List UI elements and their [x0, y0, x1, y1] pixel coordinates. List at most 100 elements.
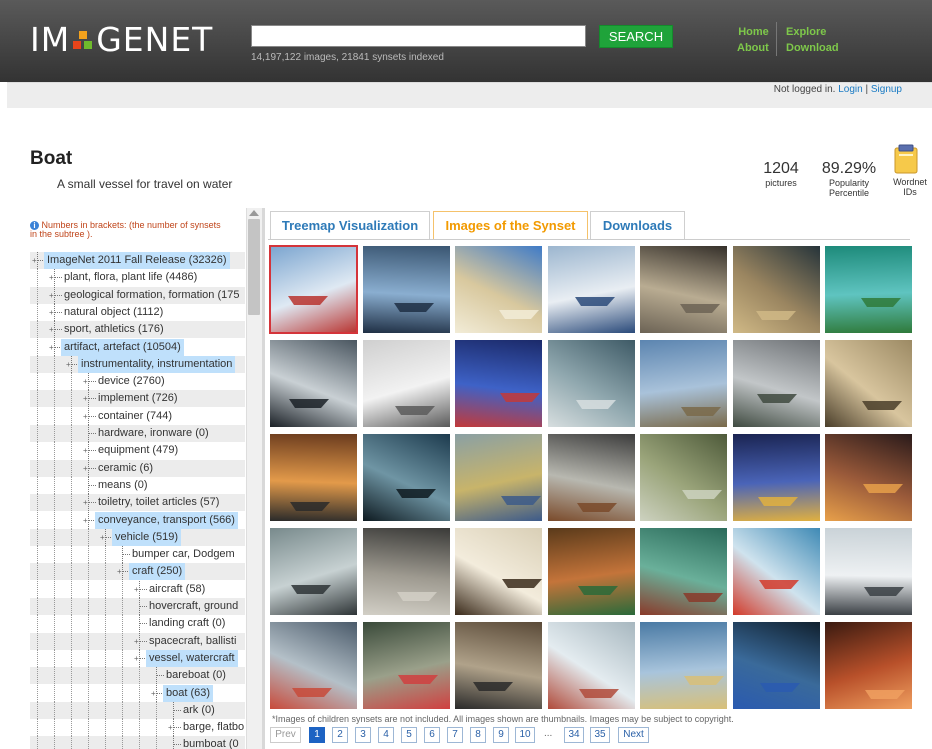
wordnet-stat[interactable]: Wordnet IDs: [888, 177, 932, 197]
image-thumbnail[interactable]: [825, 528, 912, 615]
page-34-button[interactable]: 34: [564, 727, 584, 743]
tree-item-label[interactable]: ceramic (6): [95, 460, 156, 477]
prev-page-button[interactable]: Prev: [270, 727, 301, 743]
popularity-stat: 89.29% Popularity Percentile: [820, 160, 878, 198]
image-thumbnail[interactable]: [270, 340, 357, 427]
tree-item-label[interactable]: equipment (479): [95, 442, 181, 459]
image-thumbnail[interactable]: [732, 246, 820, 333]
tree-item-label[interactable]: craft (250): [129, 563, 186, 581]
image-thumbnail[interactable]: [732, 622, 820, 709]
pictures-count: 1204: [763, 160, 799, 177]
signup-link[interactable]: Signup: [871, 84, 902, 95]
image-thumbnail[interactable]: [270, 528, 357, 615]
image-thumbnail[interactable]: [732, 340, 820, 427]
tree-item-label[interactable]: bareboat (0): [163, 667, 229, 684]
image-thumbnail[interactable]: [825, 340, 912, 427]
image-thumbnail[interactable]: [547, 622, 635, 709]
login-status: Not logged in. Login | Signup: [774, 84, 902, 95]
page-6-button[interactable]: 6: [424, 727, 440, 743]
tree-item-label[interactable]: landing craft (0): [146, 615, 228, 632]
boat-shape-icon: [863, 484, 903, 493]
tree-item-label[interactable]: container (744): [95, 408, 175, 425]
tree-item-label[interactable]: device (2760): [95, 373, 168, 390]
nav-about-link[interactable]: About: [737, 40, 769, 56]
tree-scroll-thumb[interactable]: [248, 219, 260, 315]
image-thumbnail[interactable]: [547, 528, 635, 615]
tree-item-label[interactable]: spacecraft, ballisti: [146, 633, 239, 650]
page-35-button[interactable]: 35: [590, 727, 610, 743]
image-thumbnail[interactable]: [270, 622, 357, 709]
tree-item-label[interactable]: plant, flora, plant life (4486): [61, 269, 200, 286]
nav-explore-link[interactable]: Explore: [786, 24, 839, 40]
tree-item-label[interactable]: bumboat (0: [180, 736, 242, 749]
tree-item-label[interactable]: barge, flatbo: [180, 719, 245, 736]
tree-item-label[interactable]: vehicle (519): [112, 528, 181, 546]
page-8-button[interactable]: 8: [470, 727, 486, 743]
image-thumbnail[interactable]: [640, 622, 727, 709]
tab-images[interactable]: Images of the Synset: [433, 211, 588, 239]
tree-item-label[interactable]: toiletry, toilet articles (57): [95, 494, 222, 511]
image-thumbnail[interactable]: [825, 622, 912, 709]
page-10-button[interactable]: 10: [515, 727, 535, 743]
page-1-button[interactable]: 1: [309, 727, 325, 743]
image-thumbnail[interactable]: [455, 246, 542, 333]
tab-treemap[interactable]: Treemap Visualization: [270, 211, 430, 239]
imagenet-logo[interactable]: IM GENET: [30, 20, 213, 59]
nav-home-link[interactable]: Home: [737, 24, 769, 40]
image-thumbnail[interactable]: [640, 434, 727, 521]
tree-item-label[interactable]: implement (726): [95, 390, 180, 407]
image-thumbnail[interactable]: [825, 246, 912, 333]
tree-item-label[interactable]: geological formation, formation (175: [61, 287, 242, 304]
tab-downloads[interactable]: Downloads: [590, 211, 685, 239]
tree-item-label[interactable]: sport, athletics (176): [61, 321, 167, 338]
image-thumbnail[interactable]: [455, 340, 542, 427]
tree-item-label[interactable]: aircraft (58): [146, 581, 208, 598]
image-thumbnail[interactable]: [362, 246, 450, 333]
tree-item-label[interactable]: vessel, watercraft: [146, 649, 238, 667]
image-thumbnail[interactable]: [455, 622, 542, 709]
image-thumbnail[interactable]: [455, 434, 542, 521]
image-thumbnail[interactable]: [640, 246, 727, 333]
tree-row: + ImageNet 2011 Fall Release (32326): [30, 252, 245, 269]
scroll-up-arrow-icon[interactable]: [249, 210, 259, 216]
next-page-button[interactable]: Next: [618, 727, 649, 743]
image-thumbnail[interactable]: [362, 340, 450, 427]
page-9-button[interactable]: 9: [493, 727, 509, 743]
wordnet-clipboard-icon[interactable]: [893, 144, 919, 174]
nav-download-link[interactable]: Download: [786, 40, 839, 56]
image-thumbnail[interactable]: [732, 434, 820, 521]
image-thumbnail[interactable]: [270, 434, 357, 521]
tree-item-label[interactable]: instrumentality, instrumentation: [78, 355, 236, 373]
tree-item-label[interactable]: hardware, ironware (0): [95, 425, 212, 442]
panel-splitter[interactable]: [262, 208, 265, 749]
page-3-button[interactable]: 3: [355, 727, 371, 743]
image-thumbnail[interactable]: [547, 434, 635, 521]
tree-item-label[interactable]: means (0): [95, 477, 151, 494]
tree-item-label[interactable]: ImageNet 2011 Fall Release (32326): [44, 252, 230, 269]
image-thumbnail[interactable]: [547, 246, 635, 333]
image-thumbnail[interactable]: [640, 528, 727, 615]
tree-item-label[interactable]: natural object (1112): [61, 304, 166, 321]
image-thumbnail[interactable]: [362, 528, 450, 615]
image-thumbnail[interactable]: [269, 245, 358, 334]
image-thumbnail[interactable]: [547, 340, 635, 427]
page-4-button[interactable]: 4: [378, 727, 394, 743]
image-thumbnail[interactable]: [362, 434, 450, 521]
login-link[interactable]: Login: [838, 84, 862, 95]
page-5-button[interactable]: 5: [401, 727, 417, 743]
page-2-button[interactable]: 2: [332, 727, 348, 743]
search-button[interactable]: SEARCH: [599, 25, 673, 48]
tree-item-label[interactable]: artifact, artefact (10504): [61, 338, 184, 356]
image-thumbnail[interactable]: [732, 528, 820, 615]
image-thumbnail[interactable]: [825, 434, 912, 521]
tree-item-label[interactable]: boat (63): [163, 684, 214, 702]
image-thumbnail[interactable]: [640, 340, 727, 427]
image-thumbnail[interactable]: [455, 528, 542, 615]
page-7-button[interactable]: 7: [447, 727, 463, 743]
search-input[interactable]: [251, 25, 586, 47]
tree-item-label[interactable]: conveyance, transport (566): [95, 511, 238, 529]
image-thumbnail[interactable]: [362, 622, 450, 709]
tree-item-label[interactable]: hovercraft, ground: [146, 598, 241, 615]
tree-item-label[interactable]: ark (0): [180, 702, 218, 719]
tree-item-label[interactable]: bumper car, Dodgem: [129, 546, 238, 563]
